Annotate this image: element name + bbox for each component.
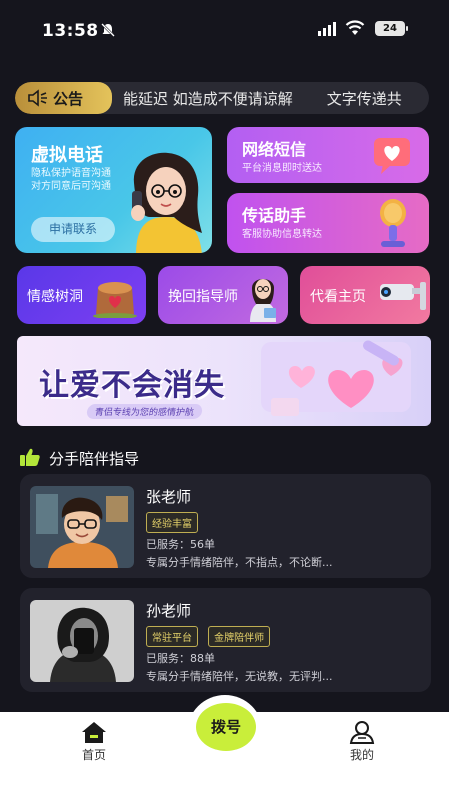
thumbs-up-icon <box>20 448 40 466</box>
apply-contact-button[interactable]: 申请联系 <box>31 217 115 242</box>
message-helper-card[interactable]: 传话助手 客服协助信息转达 <box>227 193 429 253</box>
mentor-description: 专属分手情绪陪伴，无说教，无评判... <box>146 670 333 683</box>
cartoon-boy-avatar-image <box>30 486 134 568</box>
announcement-text-part-2: 文字传递共 <box>326 90 402 108</box>
status-time: 13:58 <box>42 21 99 41</box>
announcement-bar[interactable]: 公告 能延迟 如造成不便请谅解 文字传递共 <box>15 82 429 114</box>
virtual-call-title: 虚拟电话 <box>31 145 103 166</box>
mentor-tags: 经验丰富 <box>146 512 203 533</box>
girl-on-phone-illustration <box>131 152 202 253</box>
app-screen: 13:58 24 公告 能延迟 如造成不便请谅解 文字传递共 虚拟电话 隐私保护… <box>0 0 449 800</box>
message-helper-title: 传话助手 <box>242 206 307 225</box>
message-helper-subtitle: 客服协助信息转达 <box>242 229 322 240</box>
banner-slogan: 让爱不会消失 <box>39 368 225 403</box>
tab-mine-label: 我的 <box>349 748 374 762</box>
speaker-icon <box>28 89 47 107</box>
security-camera-icon <box>380 282 426 310</box>
heart-message-icon <box>374 138 410 174</box>
emotion-tree-hole-title: 情感树洞 <box>27 289 83 305</box>
reconciliation-guide-card[interactable]: 挽回指导师 <box>158 266 288 324</box>
dial-button[interactable]: 拨号 <box>196 703 256 751</box>
mentor-served-count: 已服务：88单 <box>146 652 215 665</box>
mentor-name: 孙老师 <box>146 602 192 620</box>
mentor-tags: 常驻平台 金牌陪伴师 <box>146 626 275 647</box>
mentor-tag: 常驻平台 <box>146 626 198 647</box>
view-homepage-card[interactable]: 代看主页 <box>300 266 430 324</box>
cellular-signal-icon <box>318 22 336 36</box>
home-icon <box>82 722 106 743</box>
emotion-tree-hole-card[interactable]: 情感树洞 <box>17 266 146 324</box>
monochrome-portrait-avatar-image <box>30 600 134 682</box>
view-homepage-title: 代看主页 <box>310 289 366 305</box>
mentor-tag: 金牌陪伴师 <box>208 626 271 647</box>
mentor-avatar <box>30 486 134 568</box>
mentor-card[interactable]: 张老师 经验丰富 已服务：56单 专属分手情绪陪伴，不指点，不论断... <box>20 474 431 578</box>
tab-mine[interactable]: 我的 <box>322 720 402 763</box>
status-bar: 13:58 24 <box>0 0 449 56</box>
counselor-illustration <box>250 279 276 322</box>
dial-button-wrapper: 拨号 <box>187 695 263 771</box>
battery-indicator: 24 <box>375 21 408 36</box>
microphone-icon <box>380 199 406 247</box>
banner-tagline: 青侣专线为您的感情护航 <box>85 404 204 419</box>
tab-home-label: 首页 <box>81 748 106 762</box>
tree-stump-heart-icon <box>93 282 137 318</box>
announcement-label: 公告 <box>53 90 84 108</box>
mentor-name: 张老师 <box>146 488 192 506</box>
section-title: 分手陪伴指导 <box>49 450 140 468</box>
network-sms-card[interactable]: 网络短信 平台消息即时送达 <box>227 127 429 183</box>
wifi-icon <box>345 20 365 35</box>
announcement-text-part-1: 能延迟 如造成不便请谅解 <box>123 90 293 108</box>
mentor-avatar <box>30 600 134 682</box>
mute-bell-icon <box>101 23 115 37</box>
promo-banner[interactable]: 让爱不会消失 青侣专线为您的感情护航 <box>17 336 431 426</box>
announcement-badge: 公告 <box>15 82 112 114</box>
user-profile-icon <box>349 721 375 744</box>
network-sms-subtitle: 平台消息即时送达 <box>242 163 322 174</box>
tab-home[interactable]: 首页 <box>54 720 134 763</box>
virtual-call-card[interactable]: 虚拟电话 隐私保护语音沟通 对方同意后可沟通 申请联系 <box>15 127 212 253</box>
bottom-safe-area <box>0 776 449 800</box>
announcement-text: 能延迟 如造成不便请谅解 文字传递共 <box>123 88 429 109</box>
reconciliation-guide-title: 挽回指导师 <box>168 289 238 305</box>
mentor-card[interactable]: 孙老师 常驻平台 金牌陪伴师 已服务：88单 专属分手情绪陪伴，无说教，无评判.… <box>20 588 431 692</box>
network-sms-title: 网络短信 <box>242 140 307 159</box>
floating-hearts-decoration <box>261 340 411 416</box>
mentor-served-count: 已服务：56单 <box>146 538 215 551</box>
mentor-description: 专属分手情绪陪伴，不指点，不论断... <box>146 556 333 569</box>
mentor-tag: 经验丰富 <box>146 512 198 533</box>
